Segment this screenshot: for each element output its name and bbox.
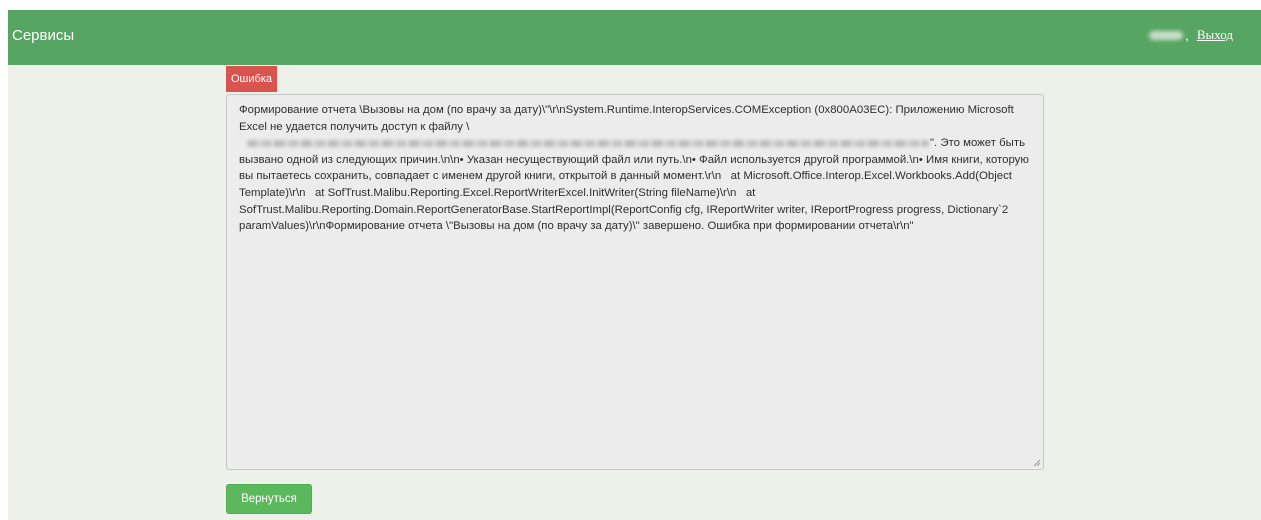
back-button[interactable]: Вернуться [226, 484, 312, 514]
top-navbar: Сервисы , Выход [8, 10, 1261, 65]
error-message-part-2: ". Это может быть вызвано одной из следу… [239, 137, 1033, 233]
error-message-textarea[interactable]: Формирование отчета \Вызовы на дом (по в… [226, 94, 1044, 470]
error-message-part-1: Формирование отчета \Вызовы на дом (по в… [239, 104, 1017, 133]
user-area: , Выход [1149, 27, 1233, 43]
brand-title[interactable]: Сервисы [12, 27, 74, 44]
error-badge: Ошибка [226, 66, 277, 92]
logout-link[interactable]: Выход [1197, 27, 1233, 43]
page-canvas: Сервисы , Выход Ошибка Формирование отче… [8, 10, 1261, 520]
user-separator: , [1185, 27, 1189, 43]
username-redacted [1149, 30, 1184, 40]
file-path-redacted [247, 139, 929, 147]
resize-handle-icon[interactable] [1033, 459, 1041, 467]
error-message-text: Формирование отчета \Вызовы на дом (по в… [239, 102, 1031, 235]
